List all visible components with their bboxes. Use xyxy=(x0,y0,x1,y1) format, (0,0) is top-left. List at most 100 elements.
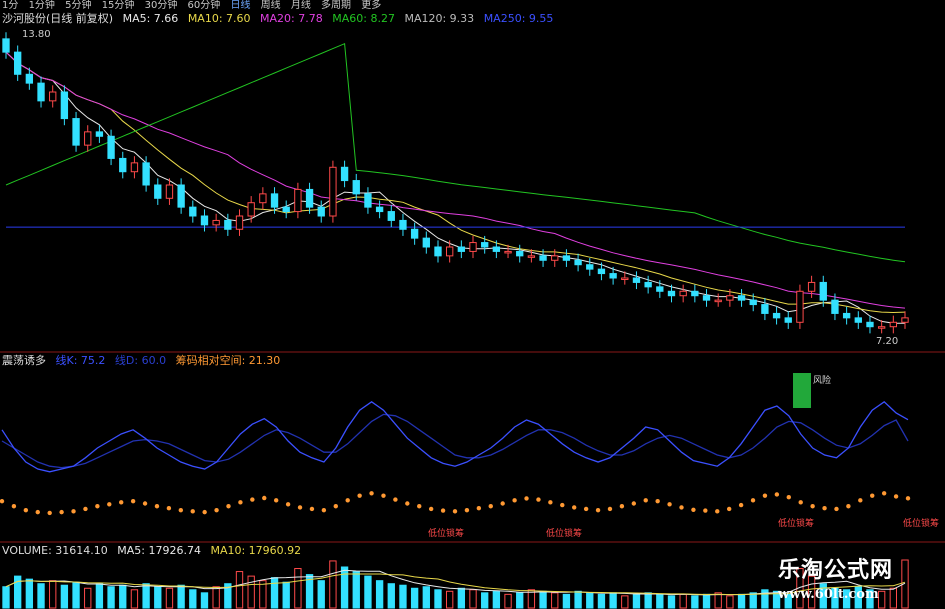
chip-dot xyxy=(834,506,839,512)
volume-bar xyxy=(597,593,606,609)
chip-dot xyxy=(369,491,374,496)
volume-bar xyxy=(516,592,524,609)
volume-bar xyxy=(422,586,430,609)
volume-bar xyxy=(656,593,664,609)
volume-bar xyxy=(154,586,162,609)
chip-dot xyxy=(47,510,52,516)
candle xyxy=(574,253,582,272)
candle xyxy=(434,240,442,263)
volume-bar xyxy=(667,595,676,609)
chip-dot xyxy=(95,504,100,509)
candle xyxy=(364,187,372,214)
chip-dot xyxy=(810,504,815,509)
candle-body-up xyxy=(294,188,302,213)
volume-bar xyxy=(165,587,174,609)
volume-bar xyxy=(574,590,582,609)
candle xyxy=(72,111,80,152)
chip-dot xyxy=(23,507,29,513)
volume-bar xyxy=(235,571,244,609)
volume-bar xyxy=(130,589,139,609)
volume-bar xyxy=(632,593,641,609)
chip-dot xyxy=(452,509,458,514)
candle-body-up xyxy=(49,91,57,102)
candle-body-down xyxy=(562,255,571,261)
volume-bar xyxy=(621,595,629,609)
indicator-panel xyxy=(0,400,911,516)
volume-bar xyxy=(492,590,501,609)
candle xyxy=(772,306,781,325)
candle-body-up xyxy=(469,242,477,252)
chip-dot xyxy=(476,506,482,511)
candle xyxy=(866,315,874,334)
candle-body-down xyxy=(375,206,384,213)
chip-dot xyxy=(178,507,184,513)
candle-body-up xyxy=(679,290,687,297)
ma60-line xyxy=(5,42,906,263)
volume-bar xyxy=(107,586,115,609)
candle-body-down xyxy=(667,290,676,297)
chip-dot xyxy=(405,501,410,506)
chip-dot xyxy=(798,500,803,505)
candle xyxy=(889,315,897,334)
chip-dot xyxy=(536,497,541,502)
chip-dot xyxy=(607,506,613,512)
volume-bar xyxy=(562,593,571,609)
candle xyxy=(224,213,232,236)
candle-body-down xyxy=(37,82,45,102)
candle xyxy=(586,258,594,276)
candle xyxy=(294,182,302,219)
candle-body-down xyxy=(282,206,290,213)
chip-dot xyxy=(655,498,660,504)
candle xyxy=(842,306,851,325)
candle-body-up xyxy=(165,184,174,199)
candle-body-up xyxy=(796,290,804,323)
chip-dot xyxy=(846,504,851,509)
chip-dot xyxy=(464,507,470,513)
candle-body-down xyxy=(644,281,652,288)
candle-body-down xyxy=(842,312,851,319)
price-high-label: 13.80 xyxy=(22,29,51,40)
candle-body-down xyxy=(154,184,162,199)
candle-body-down xyxy=(340,166,349,182)
chip-dot xyxy=(715,509,720,514)
candle xyxy=(317,200,325,223)
candle-body-up xyxy=(445,246,454,257)
chip-dot xyxy=(309,506,315,512)
volume-bar xyxy=(726,595,734,609)
candle xyxy=(562,249,571,267)
candle xyxy=(516,244,524,263)
candle-body-down xyxy=(119,157,127,173)
candle xyxy=(329,160,337,223)
chip-dot xyxy=(858,498,863,503)
chip-dot xyxy=(285,502,291,507)
candle-body-down xyxy=(749,299,757,306)
volume-bar xyxy=(2,586,10,609)
chip-dot xyxy=(667,502,672,507)
low-signal-label-2: 低位锁筹 xyxy=(546,527,582,539)
candle-body-down xyxy=(854,317,862,323)
candle-body-down xyxy=(2,38,10,53)
candle xyxy=(130,156,139,179)
volume-bar xyxy=(200,592,209,609)
candle-body-up xyxy=(504,250,512,254)
candle-body-down xyxy=(574,259,582,266)
volume-bar xyxy=(352,571,360,609)
candle xyxy=(422,231,430,254)
candle xyxy=(189,200,197,223)
chip-dot xyxy=(0,498,5,504)
candle-body-up xyxy=(901,317,909,323)
ma20-line xyxy=(5,51,906,309)
chip-dot xyxy=(11,504,17,509)
candle-body-up xyxy=(259,193,267,204)
candle-body-up xyxy=(235,215,244,230)
candle-body-down xyxy=(107,135,115,159)
candle-body-down xyxy=(410,228,419,239)
candle xyxy=(702,289,711,307)
volume-bar xyxy=(586,592,594,609)
candle-body-down xyxy=(317,206,325,217)
volume-bar xyxy=(49,580,57,609)
low-signal-label-3: 低位锁筹 xyxy=(778,517,814,529)
candle xyxy=(235,209,244,236)
price-low-label: 7.20 xyxy=(876,336,898,347)
volume-bars xyxy=(2,559,909,609)
